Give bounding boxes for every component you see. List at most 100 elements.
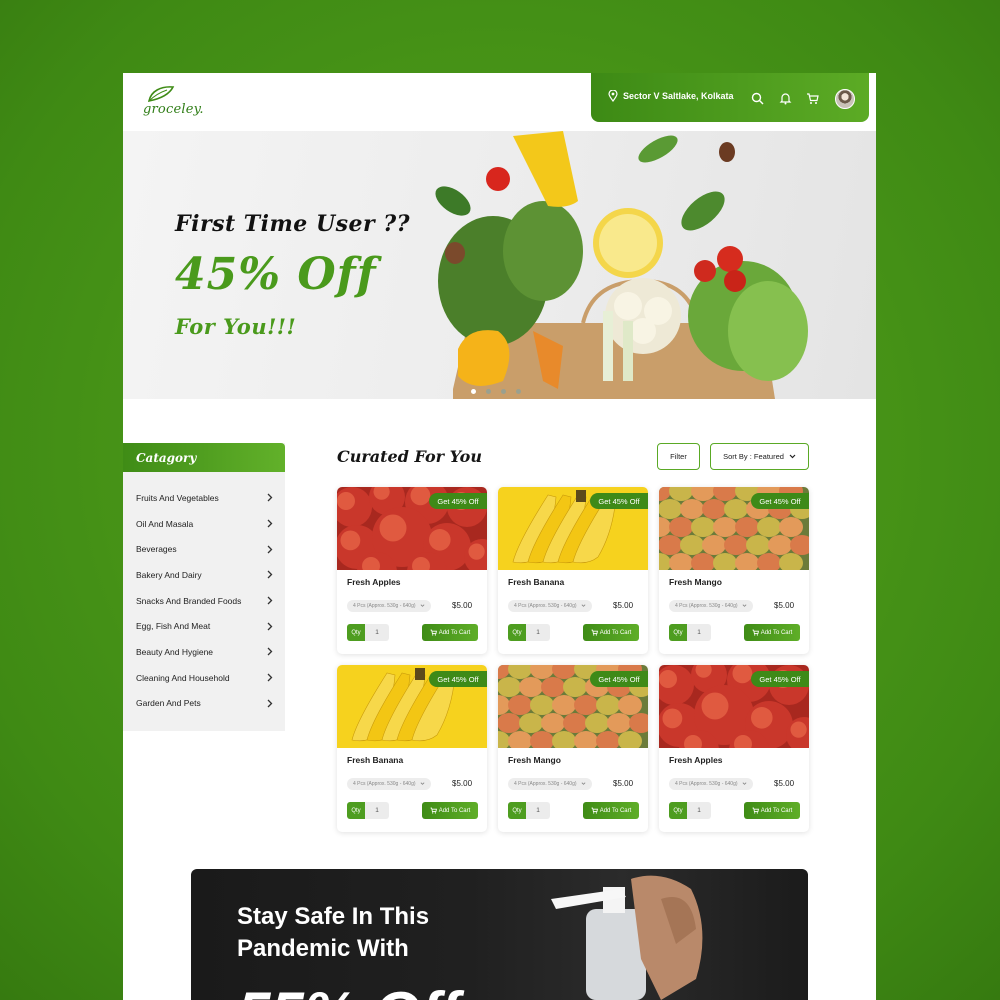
search-icon[interactable] xyxy=(751,92,764,105)
add-to-cart-button[interactable]: Add To Cart xyxy=(583,624,639,641)
quantity-stepper[interactable]: Qty 1 xyxy=(347,624,389,641)
product-name[interactable]: Fresh Mango xyxy=(508,755,561,765)
qty-input[interactable]: 1 xyxy=(526,802,550,819)
qty-label: Qty xyxy=(669,802,687,819)
category-header: Catagory xyxy=(123,443,285,472)
logo-text: groceley. xyxy=(143,102,204,117)
cart-icon xyxy=(430,629,437,636)
discount-badge: Get 45% Off xyxy=(751,493,809,509)
qty-label: Qty xyxy=(347,802,365,819)
product-image[interactable]: Get 45% Off xyxy=(498,665,648,748)
variant-select[interactable]: 4 Pcs (Approx. 530g - 640g) xyxy=(669,778,753,790)
product-card[interactable]: Get 45% Off Fresh Banana 4 Pcs (Approx. … xyxy=(337,665,487,832)
qty-input[interactable]: 1 xyxy=(687,802,711,819)
variant-select[interactable]: 4 Pcs (Approx. 530g - 640g) xyxy=(347,600,431,612)
quantity-stepper[interactable]: Qty 1 xyxy=(669,802,711,819)
product-card[interactable]: Get 45% Off Fresh Apples 4 Pcs (Approx. … xyxy=(337,487,487,654)
category-item-label: Bakery And Dairy xyxy=(136,569,202,580)
category-item[interactable]: Beauty And Hygiene xyxy=(123,639,285,665)
quantity-stepper[interactable]: Qty 1 xyxy=(508,802,550,819)
product-name[interactable]: Fresh Apples xyxy=(347,577,401,587)
cart-icon xyxy=(591,629,598,636)
chevron-down-icon xyxy=(742,604,747,607)
product-card[interactable]: Get 45% Off Fresh Mango 4 Pcs (Approx. 5… xyxy=(659,487,809,654)
chevron-down-icon xyxy=(420,604,425,607)
product-card[interactable]: Get 45% Off Fresh Apples 4 Pcs (Approx. … xyxy=(659,665,809,832)
product-card[interactable]: Get 45% Off Fresh Banana 4 Pcs (Approx. … xyxy=(498,487,648,654)
chevron-right-icon xyxy=(267,493,273,502)
location-text: Sector V Saltlake, Kolkata xyxy=(623,91,734,101)
variant-label: 4 Pcs (Approx. 530g - 640g) xyxy=(675,603,738,609)
add-to-cart-button[interactable]: Add To Cart xyxy=(744,624,800,641)
category-title: Catagory xyxy=(136,450,197,465)
qty-input[interactable]: 1 xyxy=(365,802,389,819)
chevron-down-icon xyxy=(742,782,747,785)
quantity-stepper[interactable]: Qty 1 xyxy=(508,624,550,641)
category-item[interactable]: Oil And Masala xyxy=(123,511,285,537)
category-item-label: Garden And Pets xyxy=(136,698,201,709)
carousel-dot[interactable] xyxy=(516,389,521,394)
category-item[interactable]: Egg, Fish And Meat xyxy=(123,613,285,639)
product-image[interactable]: Get 45% Off xyxy=(337,665,487,748)
category-item[interactable]: Bakery And Dairy xyxy=(123,562,285,588)
top-bar: Sector V Saltlake, Kolkata xyxy=(591,73,869,122)
category-item[interactable]: Beverages xyxy=(123,536,285,562)
carousel-dot[interactable] xyxy=(486,389,491,394)
leaf-icon xyxy=(147,86,175,103)
product-name[interactable]: Fresh Banana xyxy=(508,577,564,587)
discount-badge: Get 45% Off xyxy=(429,671,487,687)
chevron-right-icon xyxy=(267,648,273,656)
cart-icon[interactable] xyxy=(806,92,819,105)
add-to-cart-button[interactable]: Add To Cart xyxy=(422,802,478,819)
variant-select[interactable]: 4 Pcs (Approx. 530g - 640g) xyxy=(669,600,753,612)
add-to-cart-label: Add To Cart xyxy=(438,629,471,636)
category-item[interactable]: Cleaning And Household xyxy=(123,665,285,691)
category-item[interactable]: Garden And Pets xyxy=(123,691,285,717)
brand-logo[interactable]: groceley. xyxy=(141,85,221,125)
chevron-down-icon xyxy=(581,604,586,607)
variant-select[interactable]: 4 Pcs (Approx. 530g - 640g) xyxy=(347,778,431,790)
product-price: $5.00 xyxy=(452,779,473,788)
filter-button[interactable]: Filter xyxy=(657,443,700,470)
category-item[interactable]: Fruits And Vegetables xyxy=(123,485,285,511)
product-price: $5.00 xyxy=(774,779,795,788)
cart-icon xyxy=(430,807,437,814)
bell-icon[interactable] xyxy=(779,92,792,105)
sort-label: Sort By : Featured xyxy=(723,452,784,461)
hero-banner: First Time User ?? 45% Off For You!!! xyxy=(123,131,876,399)
product-name[interactable]: Fresh Apples xyxy=(669,755,723,765)
variant-select[interactable]: 4 Pcs (Approx. 530g - 640g) xyxy=(508,600,592,612)
product-image[interactable]: Get 45% Off xyxy=(337,487,487,570)
hero-headline: First Time User ?? xyxy=(175,211,411,237)
add-to-cart-button[interactable]: Add To Cart xyxy=(583,802,639,819)
carousel-dot[interactable] xyxy=(501,389,506,394)
product-image[interactable]: Get 45% Off xyxy=(659,487,809,570)
add-to-cart-label: Add To Cart xyxy=(599,807,632,814)
qty-label: Qty xyxy=(669,624,687,641)
product-price: $5.00 xyxy=(452,601,473,610)
quantity-stepper[interactable]: Qty 1 xyxy=(669,624,711,641)
category-item[interactable]: Snacks And Branded Foods xyxy=(123,588,285,614)
chevron-down-icon xyxy=(581,782,586,785)
add-to-cart-label: Add To Cart xyxy=(760,629,793,636)
carousel-dot[interactable] xyxy=(471,389,476,394)
add-to-cart-button[interactable]: Add To Cart xyxy=(422,624,478,641)
category-sidebar: Catagory Fruits And Vegetables Oil And M… xyxy=(123,443,285,731)
product-name[interactable]: Fresh Mango xyxy=(669,577,722,587)
product-image[interactable]: Get 45% Off xyxy=(498,487,648,570)
variant-select[interactable]: 4 Pcs (Approx. 530g - 640g) xyxy=(508,778,592,790)
sort-dropdown[interactable]: Sort By : Featured xyxy=(710,443,809,470)
user-avatar[interactable] xyxy=(835,89,855,109)
quantity-stepper[interactable]: Qty 1 xyxy=(347,802,389,819)
qty-input[interactable]: 1 xyxy=(365,624,389,641)
product-image[interactable]: Get 45% Off xyxy=(659,665,809,748)
product-name[interactable]: Fresh Banana xyxy=(347,755,403,765)
add-to-cart-button[interactable]: Add To Cart xyxy=(744,802,800,819)
discount-badge: Get 45% Off xyxy=(590,671,648,687)
qty-input[interactable]: 1 xyxy=(687,624,711,641)
promo-banner: Stay Safe In This Pandemic With 55% Off xyxy=(191,869,808,1000)
location-selector[interactable]: Sector V Saltlake, Kolkata xyxy=(608,90,734,102)
qty-input[interactable]: 1 xyxy=(526,624,550,641)
category-item-label: Snacks And Branded Foods xyxy=(136,595,242,606)
product-card[interactable]: Get 45% Off Fresh Mango 4 Pcs (Approx. 5… xyxy=(498,665,648,832)
